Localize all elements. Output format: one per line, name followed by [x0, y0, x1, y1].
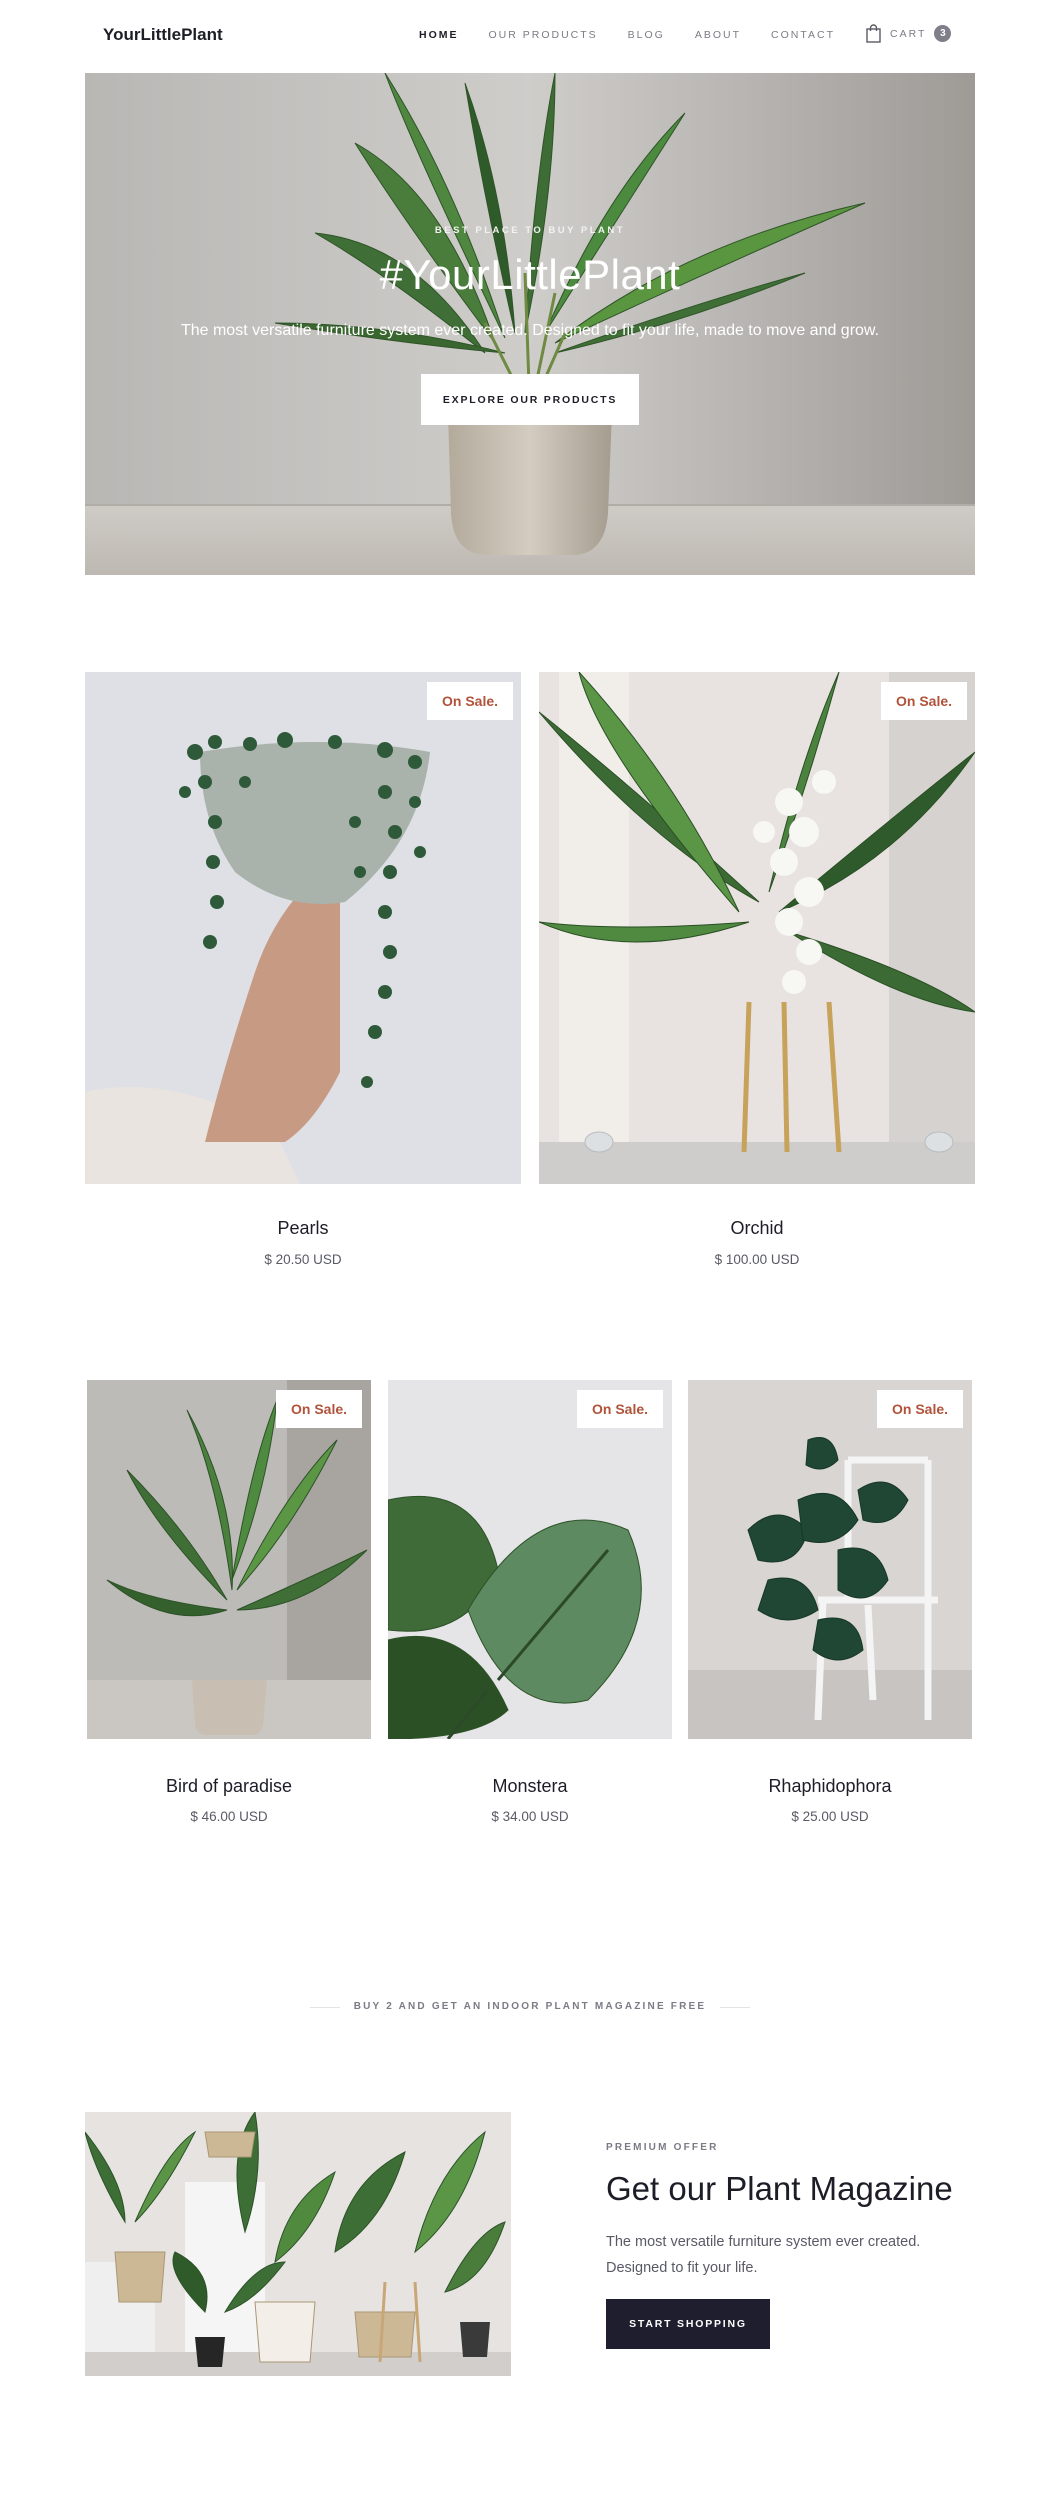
product-name[interactable]: Rhaphidophora	[688, 1776, 972, 1797]
nav-our-products[interactable]: OUR PRODUCTS	[489, 29, 598, 41]
start-shopping-button[interactable]: START SHOPPING	[606, 2299, 770, 2349]
product-image[interactable]	[85, 672, 521, 1184]
product-name[interactable]: Orchid	[539, 1218, 975, 1239]
on-sale-badge: On Sale.	[276, 1390, 362, 1428]
product-card-monstera[interactable]: On Sale. Monstera $ 34.00 USD	[388, 1380, 672, 1830]
main-nav: HOME OUR PRODUCTS BLOG ABOUT CONTACT	[419, 29, 865, 41]
magazine-title: Get our Plant Magazine	[606, 2170, 953, 2207]
nav-home[interactable]: HOME	[419, 29, 459, 41]
product-price: $ 25.00 USD	[791, 1809, 869, 1824]
site-header: YourLittlePlant HOME OUR PRODUCTS BLOG A…	[0, 0, 1060, 72]
cart-button[interactable]: CART 3	[866, 24, 952, 43]
site-logo[interactable]: YourLittlePlant	[103, 25, 223, 45]
hero-subtitle: The most versatile furniture system ever…	[180, 322, 880, 339]
product-price: $ 100.00 USD	[714, 1252, 800, 1267]
product-image[interactable]	[688, 1380, 972, 1739]
hero-title: #YourLittlePlant	[379, 251, 681, 298]
magazine-image	[85, 2112, 511, 2376]
product-name[interactable]: Bird of paradise	[87, 1776, 371, 1797]
magazine-eyebrow: PREMIUM OFFER	[606, 2142, 719, 2153]
product-card-rhaphidophora[interactable]: On Sale. Rhaphidophora $ 25.00 USD	[688, 1380, 972, 1830]
product-image[interactable]	[87, 1380, 371, 1739]
hero-eyebrow: BEST PLACE TO BUY PLANT	[434, 225, 626, 236]
nav-contact[interactable]: CONTACT	[771, 29, 835, 41]
product-image[interactable]	[539, 672, 975, 1184]
product-card-orchid[interactable]: On Sale. Orchid $ 100.00 USD	[539, 672, 975, 1282]
nav-blog[interactable]: BLOG	[628, 29, 665, 41]
on-sale-badge: On Sale.	[877, 1390, 963, 1428]
shopping-bag-icon	[866, 24, 881, 43]
on-sale-badge: On Sale.	[881, 682, 967, 720]
nav-about[interactable]: ABOUT	[695, 29, 741, 41]
on-sale-badge: On Sale.	[577, 1390, 663, 1428]
hero-banner: BEST PLACE TO BUY PLANT #YourLittlePlant…	[85, 73, 975, 575]
product-card-bird-of-paradise[interactable]: On Sale. Bird of paradise $ 46.00 USD	[87, 1380, 371, 1830]
magazine-description: The most versatile furniture system ever…	[606, 2234, 921, 2276]
product-price: $ 20.50 USD	[264, 1252, 342, 1267]
product-name[interactable]: Monstera	[388, 1776, 672, 1797]
product-image[interactable]	[388, 1380, 672, 1739]
explore-products-button[interactable]: EXPLORE OUR PRODUCTS	[421, 374, 639, 425]
promo-divider-right	[720, 2007, 750, 2008]
product-price: $ 34.00 USD	[491, 1809, 569, 1824]
promo-text: BUY 2 AND GET AN INDOOR PLANT MAGAZINE F…	[353, 2001, 707, 2012]
cart-label: CART	[890, 27, 927, 40]
cart-count-badge: 3	[934, 25, 952, 42]
product-price: $ 46.00 USD	[190, 1809, 268, 1824]
product-card-pearls[interactable]: On Sale. Pearls $ 20.50 USD	[85, 672, 521, 1282]
product-name[interactable]: Pearls	[85, 1218, 521, 1239]
on-sale-badge: On Sale.	[427, 682, 513, 720]
